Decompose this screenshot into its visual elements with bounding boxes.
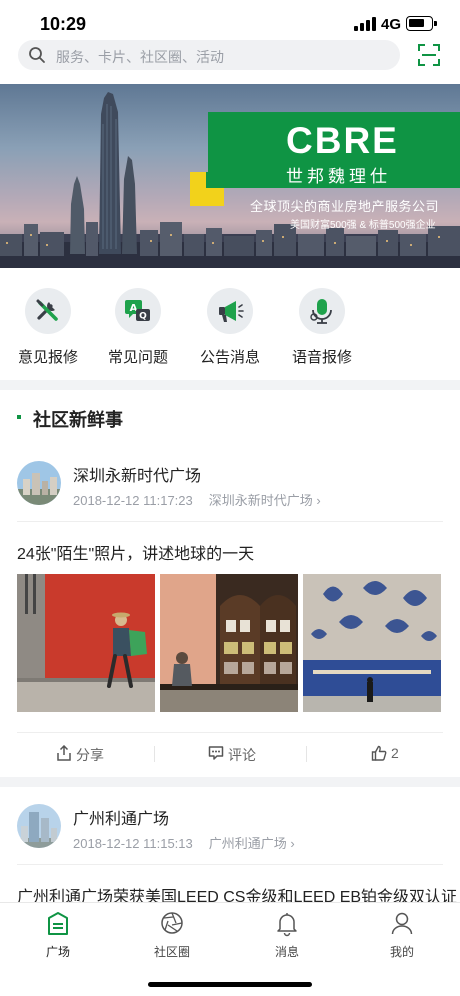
quick-action-label: 公告消息: [199, 349, 260, 366]
scan-icon[interactable]: [418, 44, 440, 66]
quick-action-announcements[interactable]: 公告消息: [192, 288, 272, 368]
cbre-logo-panel: CBRE 世邦魏理仕: [208, 112, 460, 188]
tab-label: 我的: [389, 945, 414, 959]
status-time: 10:29: [40, 14, 87, 34]
cbre-logo: CBRE: [286, 120, 399, 161]
brand-square-icon: [190, 172, 224, 206]
banner-tagline: 全球顶尖的商业房地产服务公司: [250, 199, 440, 214]
svg-text:Q: Q: [139, 312, 147, 322]
post-actions-divider: [17, 732, 443, 733]
cbre-logo-cn: 世邦魏理仕: [286, 167, 391, 186]
section-divider: [0, 380, 460, 390]
tab-label: 消息: [274, 945, 299, 959]
quick-action-label: 意见报修: [17, 349, 78, 366]
tab-label: 社区圈: [153, 945, 190, 959]
post-photo[interactable]: [303, 574, 441, 712]
tab-me[interactable]: 我的: [372, 911, 432, 961]
avatar[interactable]: [17, 461, 61, 505]
avatar[interactable]: [17, 804, 61, 848]
post-meta: 2018-12-12 11:15:13 广州利通广场 ›: [73, 833, 295, 852]
search-icon: [29, 47, 45, 63]
share-icon: [57, 745, 71, 761]
search-placeholder: 服务、卡片、社区圈、活动: [56, 49, 224, 65]
status-bar: 10:29 4G: [0, 0, 460, 40]
promo-banner[interactable]: CBRE 世邦魏理仕 全球顶尖的商业房地产服务公司 美国财富500强 & 标普5…: [0, 84, 460, 268]
network-type: 4G: [381, 16, 402, 33]
share-label: 分享: [76, 747, 104, 763]
banner-subtagline: 美国财富500强 & 标普500强企业: [290, 220, 436, 231]
post-photo[interactable]: [160, 574, 298, 712]
post-author[interactable]: 深圳永新时代广场: [73, 462, 201, 486]
post-divider: [17, 521, 443, 522]
section-bullet: [17, 415, 21, 419]
tab-plaza[interactable]: 广场: [28, 911, 88, 961]
tab-community[interactable]: 社区圈: [142, 911, 202, 961]
quick-action-faq[interactable]: A Q 常见问题: [100, 288, 180, 368]
battery-icon: [406, 16, 437, 31]
like-count: 2: [391, 745, 399, 761]
post-place-link[interactable]: 深圳永新时代广场 ›: [209, 493, 321, 508]
comment-label: 评论: [228, 747, 256, 763]
comment-icon: [208, 746, 224, 760]
quick-action-repair[interactable]: 意见报修: [10, 288, 90, 368]
post-time: 2018-12-12 11:15:13: [73, 836, 193, 851]
post-time: 2018-12-12 11:17:23: [73, 493, 193, 508]
qa-icon: A Q: [115, 288, 161, 334]
search-input[interactable]: 服务、卡片、社区圈、活动: [18, 40, 400, 70]
post-author[interactable]: 广州利通广场: [73, 805, 169, 829]
microphone-icon: [299, 288, 345, 334]
section-title: 社区新鲜事: [33, 410, 123, 430]
post-divider-gap: [0, 777, 460, 787]
action-separator: [306, 746, 307, 762]
quick-action-label: 语音报修: [291, 349, 352, 366]
person-icon: [391, 912, 413, 935]
quick-actions: 意见报修 A Q 常见问题 公告消息 语音报修: [0, 288, 460, 378]
post-text[interactable]: 24张"陌生"照片，讲述地球的一天: [17, 540, 254, 564]
post-divider: [17, 864, 443, 865]
tab-label: 广场: [45, 945, 70, 959]
megaphone-icon: [207, 288, 253, 334]
thumbs-up-icon: [371, 745, 387, 761]
post-meta: 2018-12-12 11:17:23 深圳永新时代广场 ›: [73, 490, 321, 509]
action-separator: [154, 746, 155, 762]
post-photo[interactable]: [17, 574, 155, 712]
quick-action-voice-repair[interactable]: 语音报修: [284, 288, 364, 368]
post-place-link[interactable]: 广州利通广场 ›: [209, 836, 295, 851]
home-indicator[interactable]: [148, 982, 312, 987]
tools-icon: [25, 288, 71, 334]
bell-icon: [277, 913, 297, 937]
aperture-icon: [161, 912, 183, 934]
tab-messages[interactable]: 消息: [257, 911, 317, 961]
cellular-signal-icon: [354, 17, 376, 31]
square-home-icon: [48, 912, 68, 935]
quick-action-label: 常见问题: [107, 349, 168, 366]
